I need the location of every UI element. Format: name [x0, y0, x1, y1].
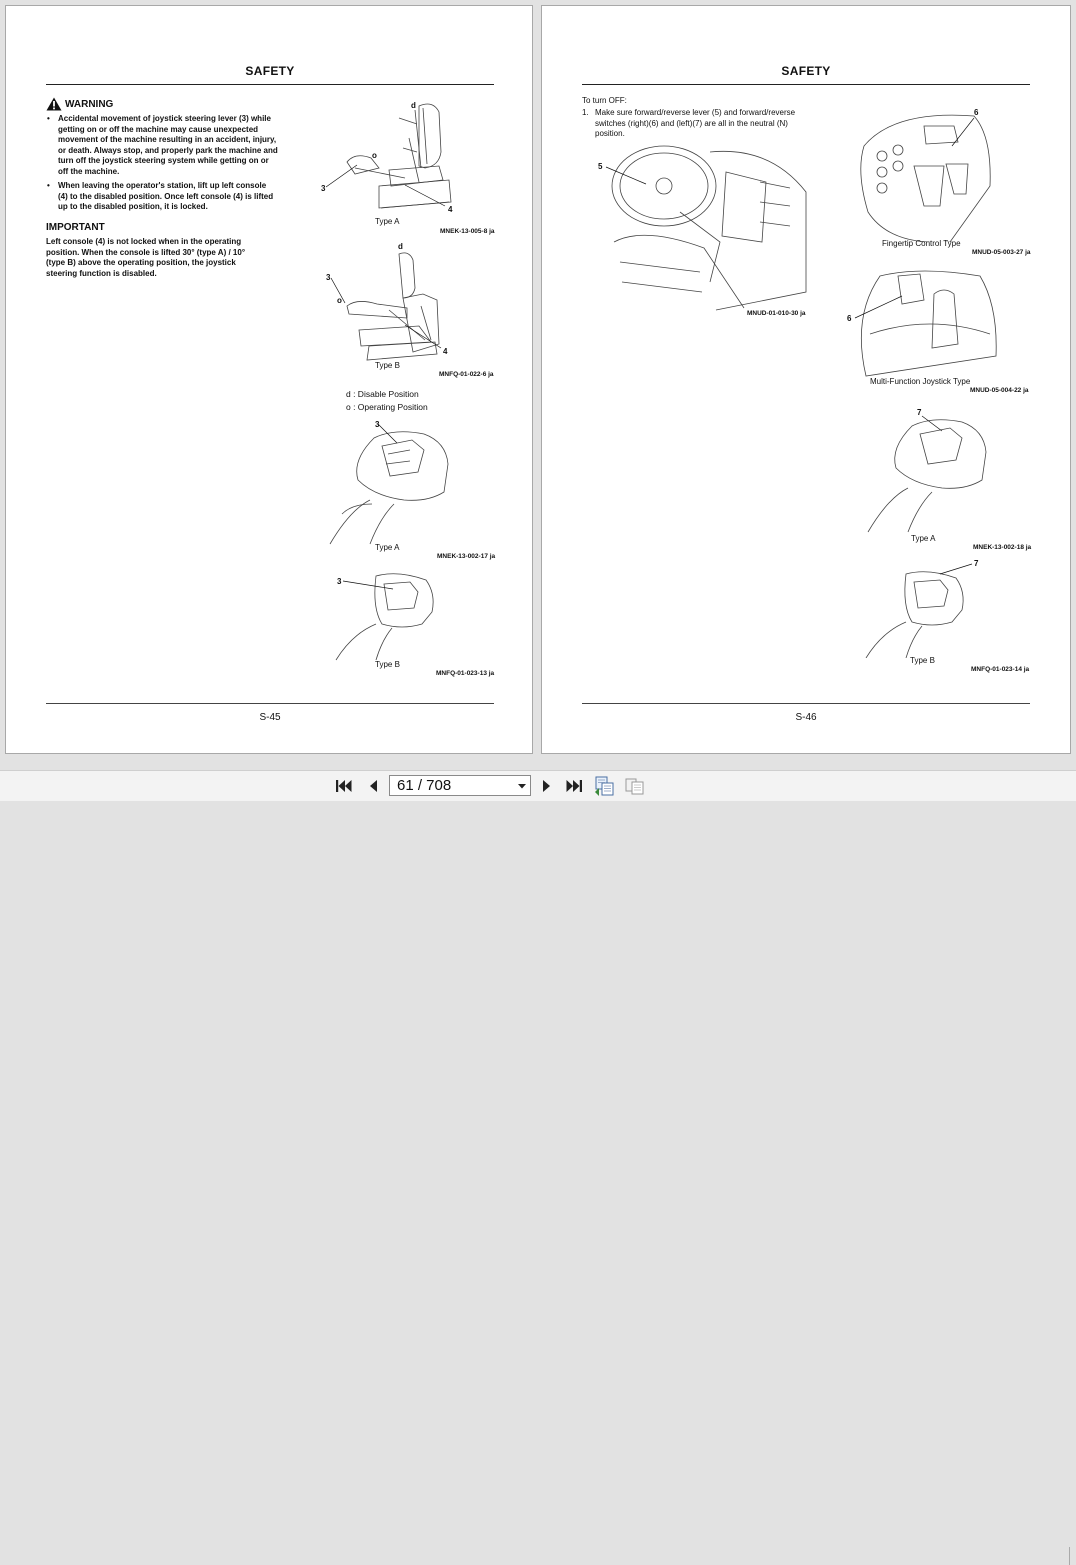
- chevron-down-icon: [514, 783, 530, 789]
- previous-page-icon: [370, 780, 377, 792]
- last-page-icon: [566, 780, 582, 792]
- facing-pages-icon: [625, 778, 644, 795]
- continuous-view-button[interactable]: [593, 775, 617, 797]
- last-page-button[interactable]: [562, 775, 586, 797]
- page-number-value: 61 / 708: [397, 777, 452, 794]
- first-page-icon: [336, 780, 352, 792]
- page-number: S-46: [795, 712, 817, 723]
- panel-edge: [1069, 1547, 1076, 1565]
- next-page-icon: [543, 780, 550, 792]
- page-number-select[interactable]: 61 / 708: [389, 775, 531, 796]
- facing-pages-button[interactable]: [623, 775, 647, 797]
- continuous-view-icon: [595, 776, 614, 796]
- document-page-right: SAFETY To turn OFF: 1. Make sure forward…: [541, 5, 1071, 754]
- first-page-button[interactable]: [332, 775, 356, 797]
- leader-lines: [605, 117, 975, 575]
- leader-lines: [325, 164, 446, 590]
- previous-page-button[interactable]: [361, 775, 385, 797]
- next-page-button[interactable]: [535, 775, 559, 797]
- viewer-toolbar: 61 / 708: [0, 770, 1076, 1565]
- footer-rule: [582, 703, 1030, 704]
